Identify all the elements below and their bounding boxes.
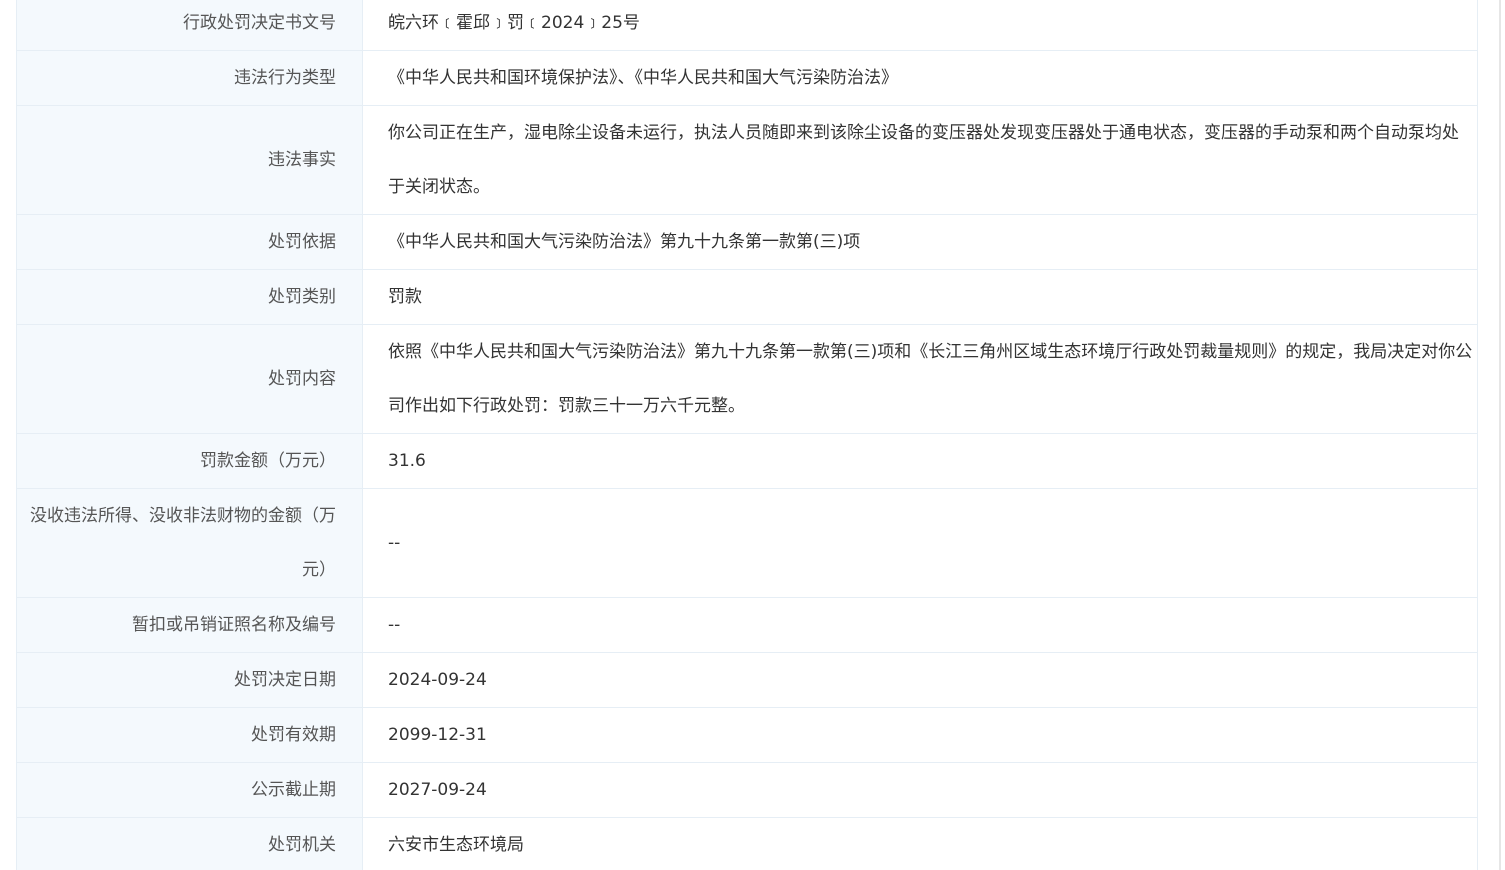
penalty-basis-value: 《中华人民共和国大气污染防治法》第九十九条第一款第(三)项: [362, 214, 1478, 270]
penalty-detail-page: 行政处罚决定书文号 皖六环﹝霍邱﹞罚﹝2024﹞25号 违法行为类型 《中华人民…: [0, 0, 1505, 870]
table-row: 处罚有效期 2099-12-31: [16, 707, 1478, 763]
decision-date-value: 2024-09-24: [362, 652, 1478, 708]
penalty-content-value: 依照《中华人民共和国大气污染防治法》第九十九条第一款第(三)项和《长江三角州区域…: [362, 324, 1478, 434]
table-row: 处罚类别 罚款: [16, 269, 1478, 325]
violation-type-label: 违法行为类型: [16, 50, 363, 106]
table-row: 处罚依据 《中华人民共和国大气污染防治法》第九十九条第一款第(三)项: [16, 214, 1478, 270]
violation-type-value: 《中华人民共和国环境保护法》、《中华人民共和国大气污染防治法》: [362, 50, 1478, 106]
confiscation-amount-label: 没收违法所得、没收非法财物的金额（万元）: [16, 488, 363, 598]
table-row: 违法行为类型 《中华人民共和国环境保护法》、《中华人民共和国大气污染防治法》: [16, 50, 1478, 106]
scrollbar-thumb[interactable]: [1499, 0, 1501, 870]
fine-amount-label: 罚款金额（万元）: [16, 433, 363, 489]
penalty-category-label: 处罚类别: [16, 269, 363, 325]
validity-period-label: 处罚有效期: [16, 707, 363, 763]
decision-number-value: 皖六环﹝霍邱﹞罚﹝2024﹞25号: [362, 0, 1478, 51]
table-row: 公示截止期 2027-09-24: [16, 762, 1478, 818]
license-suspension-label: 暂扣或吊销证照名称及编号: [16, 597, 363, 653]
penalty-content-label: 处罚内容: [16, 324, 363, 434]
fine-amount-value: 31.6: [362, 433, 1478, 489]
license-suspension-value: --: [362, 597, 1478, 653]
penalty-basis-label: 处罚依据: [16, 214, 363, 270]
table-row: 处罚决定日期 2024-09-24: [16, 652, 1478, 708]
table-row: 处罚机关 六安市生态环境局: [16, 817, 1478, 870]
publicity-deadline-label: 公示截止期: [16, 762, 363, 818]
table-row: 行政处罚决定书文号 皖六环﹝霍邱﹞罚﹝2024﹞25号: [16, 0, 1478, 51]
table-row: 处罚内容 依照《中华人民共和国大气污染防治法》第九十九条第一款第(三)项和《长江…: [16, 324, 1478, 434]
decision-number-label: 行政处罚决定书文号: [16, 0, 363, 51]
table-row: 违法事实 你公司正在生产，湿电除尘设备未运行，执法人员随即来到该除尘设备的变压器…: [16, 105, 1478, 215]
violation-facts-label: 违法事实: [16, 105, 363, 215]
table-row: 没收违法所得、没收非法财物的金额（万元） --: [16, 488, 1478, 598]
penalty-category-value: 罚款: [362, 269, 1478, 325]
confiscation-amount-value: --: [362, 488, 1478, 598]
penalty-authority-value: 六安市生态环境局: [362, 817, 1478, 870]
publicity-deadline-value: 2027-09-24: [362, 762, 1478, 818]
violation-facts-value: 你公司正在生产，湿电除尘设备未运行，执法人员随即来到该除尘设备的变压器处发现变压…: [362, 105, 1478, 215]
penalty-authority-label: 处罚机关: [16, 817, 363, 870]
penalty-detail-table: 行政处罚决定书文号 皖六环﹝霍邱﹞罚﹝2024﹞25号 违法行为类型 《中华人民…: [16, 0, 1478, 870]
decision-date-label: 处罚决定日期: [16, 652, 363, 708]
validity-period-value: 2099-12-31: [362, 707, 1478, 763]
vertical-scrollbar[interactable]: [1495, 0, 1505, 870]
table-row: 罚款金额（万元） 31.6: [16, 433, 1478, 489]
table-row: 暂扣或吊销证照名称及编号 --: [16, 597, 1478, 653]
